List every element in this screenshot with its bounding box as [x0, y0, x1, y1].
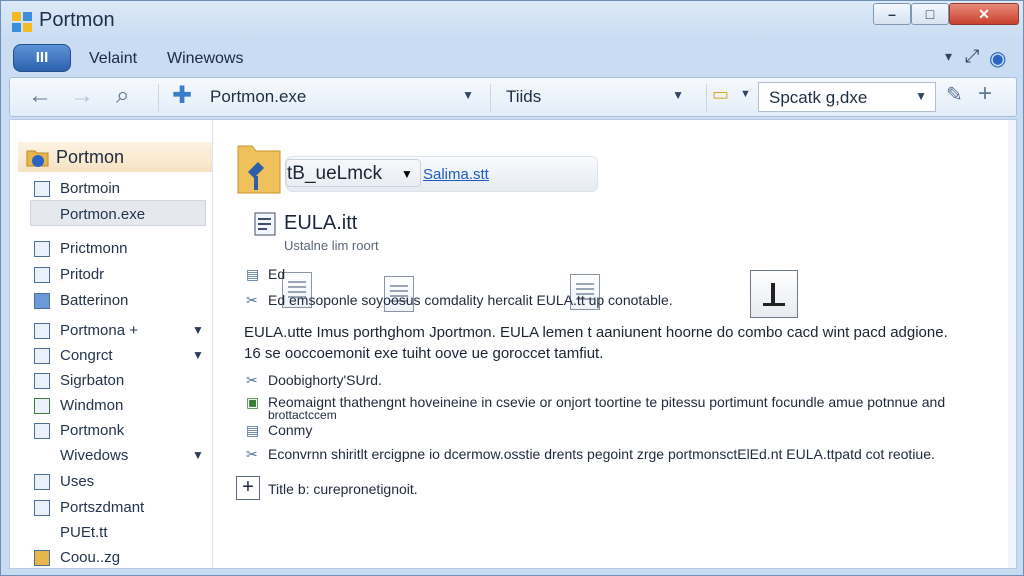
sidebar-item-label: Portmona + — [60, 322, 138, 339]
sidebar-item-label: Pritodr — [60, 266, 105, 283]
document-icon: ▤ — [246, 266, 260, 282]
pin-icon[interactable]: ⤢ — [965, 46, 979, 67]
window-title: Portmon — [39, 9, 115, 31]
add-icon[interactable]: + — [978, 80, 992, 108]
menu-bar: III Velaint Winewows ▾ ⤢ ◉ — [9, 44, 1017, 74]
location-value: Portmon.exe — [210, 87, 307, 106]
chevron-down-icon[interactable]: ▼ — [672, 88, 684, 102]
app-menu-orb[interactable]: III — [13, 44, 71, 72]
chevron-down-icon[interactable]: ▼ — [462, 88, 474, 102]
folder-icon — [26, 150, 49, 167]
sidebar-item-label: Coou..zg — [60, 549, 121, 566]
search-icon[interactable]: ⌕ — [116, 82, 129, 110]
file-title: EULA.itt — [284, 212, 358, 234]
folder-icon — [34, 423, 50, 439]
minimize-icon: – — [888, 6, 896, 22]
folder-icon — [237, 145, 281, 194]
sidebar-item-label: Uses — [60, 473, 95, 490]
document-icon — [34, 267, 50, 283]
folder-icon — [34, 550, 50, 566]
gear-icon — [34, 500, 50, 516]
list-item[interactable]: EULA.utte Imus porthghom Jportmon. EULA … — [244, 324, 948, 341]
sidebar-item-label: Portszdmant — [60, 499, 145, 516]
sidebar-item-label: Prictmonn — [60, 240, 128, 257]
document-icon: ▤ — [246, 422, 260, 438]
chevron-down-icon[interactable]: ▼ — [192, 348, 204, 362]
toolbar-separator — [706, 84, 707, 112]
cursor-icon — [763, 283, 785, 306]
edit-pen-icon[interactable]: ✎ — [946, 82, 963, 107]
title-bar: Portmon – □ ✕ — [1, 1, 1023, 41]
chevron-down-icon[interactable]: ▼ — [401, 167, 413, 181]
search-combo[interactable]: Spcatk g,dxe ▼ — [758, 82, 936, 112]
back-arrow-icon[interactable]: ← — [28, 82, 52, 110]
chevron-down-icon[interactable]: ▾ — [945, 48, 952, 65]
device-icon — [34, 241, 50, 257]
footer-action-label: Title b: curepronetignoit. — [268, 481, 418, 497]
toolbar-separator — [158, 84, 159, 112]
maximize-icon: □ — [925, 6, 935, 22]
sidebar-item-label: Congrct — [60, 347, 113, 364]
image-icon: ▣ — [246, 394, 260, 410]
sidebar-item-label: Windmon — [60, 397, 124, 414]
file-link[interactable]: Salima.stt — [423, 166, 489, 183]
document-icon — [34, 348, 50, 364]
chevron-down-icon[interactable]: ▼ — [192, 448, 204, 462]
forward-arrow-icon[interactable]: → — [70, 82, 94, 110]
sidebar-item-label: Sigrbaton — [60, 372, 125, 389]
text-file-icon — [254, 212, 276, 236]
view-combo[interactable]: Tiids ▼ — [496, 82, 692, 112]
window-icon — [34, 181, 50, 197]
file-subtitle: Ustalne lim roort — [284, 238, 379, 253]
close-icon: ✕ — [978, 6, 990, 22]
chevron-down-icon[interactable]: ▼ — [915, 89, 927, 103]
tool-icon: ✂ — [246, 446, 258, 462]
terminal-icon — [750, 270, 798, 318]
minimize-button[interactable]: – — [873, 3, 911, 25]
sidebar-item-label: Bortmoin — [60, 180, 121, 197]
main-pane: Portmon Bortmoin Portmon.exe Prictmonn P… — [9, 119, 1017, 569]
sidebar-item-label: PUEt.tt — [60, 524, 108, 541]
document-icon — [34, 373, 50, 389]
tool-icon: ✂ — [246, 292, 258, 308]
sidebar-item-label: Portmonk — [60, 422, 125, 439]
sidebar-item-label: Batterinon — [60, 292, 129, 309]
document-icon — [34, 474, 50, 490]
folder-icon[interactable]: ▭ — [712, 84, 729, 105]
help-icon[interactable]: ◉ — [989, 46, 1006, 71]
address-pill: tB_ueLmck ▼ Salima.stt — [285, 156, 598, 192]
menu-item-velaint[interactable]: Velaint — [89, 50, 137, 68]
folder-icon — [34, 323, 50, 339]
filter-dropdown-label: tB_ueLmck — [287, 163, 383, 184]
sidebar-header-label: Portmon — [56, 147, 125, 167]
sidebar-header[interactable]: Portmon — [18, 142, 212, 172]
portmon-window: Portmon – □ ✕ III Velaint Winewows ▾ ⤢ ◉… — [0, 0, 1024, 576]
navigation-toolbar: ← → ⌕ ✚ Portmon.exe ▼ Tiids ▼ ▭ ▼ Spcatk… — [9, 77, 1017, 117]
close-button[interactable]: ✕ — [949, 3, 1019, 25]
sidebar: Portmon Bortmoin Portmon.exe Prictmonn P… — [10, 120, 213, 568]
sidebar-item-label: Wivedows — [60, 447, 129, 464]
chevron-down-icon[interactable]: ▼ — [740, 88, 751, 100]
add-button[interactable]: + — [236, 476, 260, 500]
window-icon — [34, 398, 50, 414]
app-icon — [12, 12, 32, 32]
tool-icon: ✂ — [246, 372, 258, 388]
search-combo-value: Spcatk g,dxe — [769, 88, 868, 107]
sidebar-item-label: Portmon.exe — [60, 206, 146, 223]
toolbar-separator — [490, 84, 491, 112]
menu-item-winewows[interactable]: Winewows — [167, 50, 243, 68]
view-value: Tiids — [506, 87, 542, 106]
network-icon — [34, 293, 50, 309]
network-icon[interactable]: ✚ — [172, 81, 192, 110]
chevron-down-icon[interactable]: ▼ — [192, 323, 204, 337]
vertical-scrollbar[interactable] — [1008, 120, 1016, 568]
location-combo[interactable]: Portmon.exe ▼ — [200, 82, 482, 112]
maximize-button[interactable]: □ — [911, 3, 949, 25]
list-item[interactable]: 16 se ooccoemonit exe tuiht oove ue goro… — [244, 345, 603, 362]
